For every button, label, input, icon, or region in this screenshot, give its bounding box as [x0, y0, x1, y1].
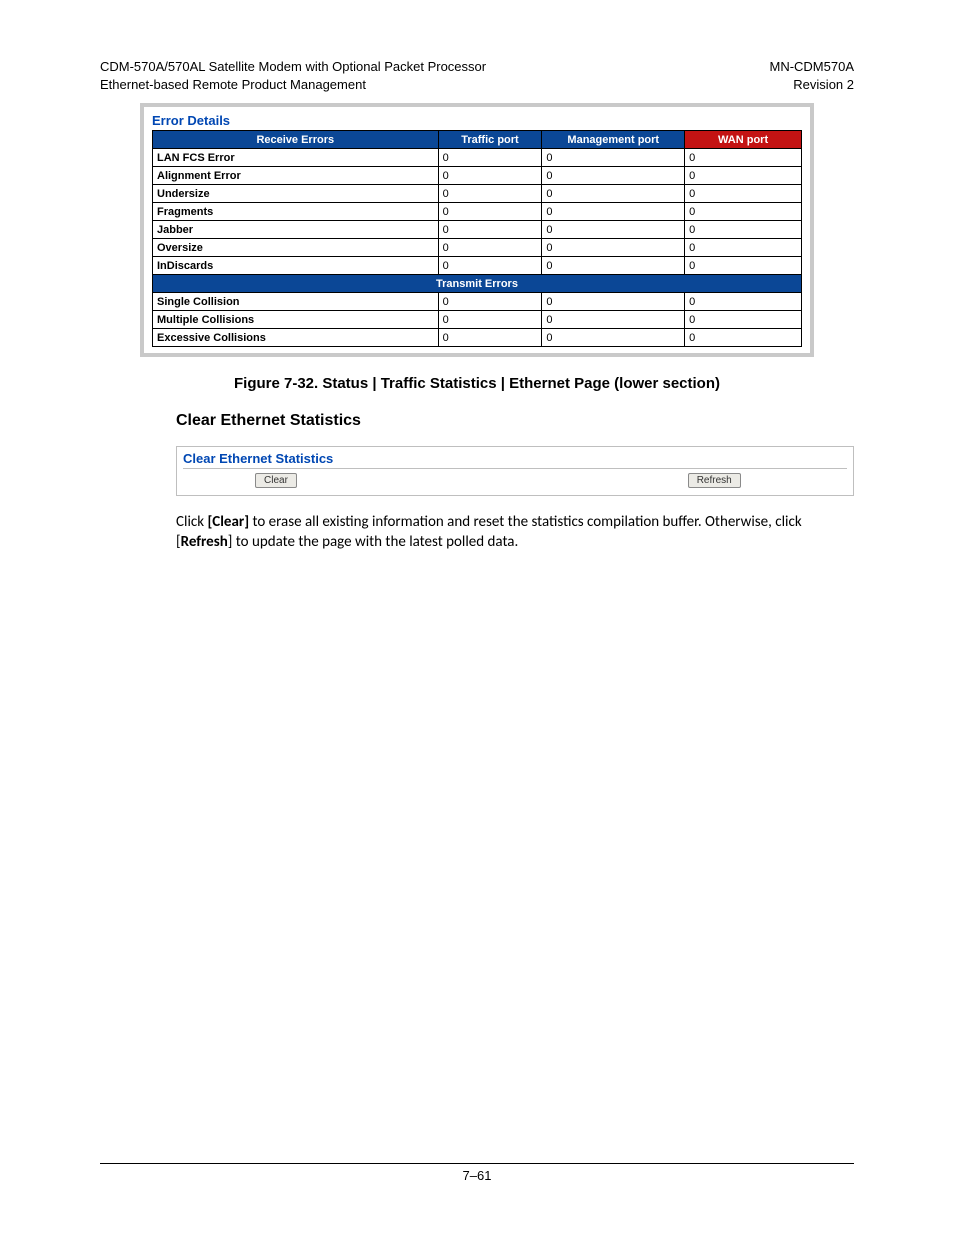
cell-value: 0	[438, 149, 542, 167]
cell-value: 0	[542, 149, 685, 167]
row-label: Multiple Collisions	[153, 311, 439, 329]
body-paragraph: Click [Clear] to erase all existing info…	[176, 512, 854, 553]
cell-value: 0	[685, 185, 802, 203]
cell-value: 0	[542, 329, 685, 347]
table-row: Excessive Collisions 0 0 0	[153, 329, 802, 347]
cell-value: 0	[542, 185, 685, 203]
error-details-panel: Error Details Receive Errors Traffic por…	[140, 103, 814, 357]
cell-value: 0	[438, 257, 542, 275]
table-row: Fragments 0 0 0	[153, 203, 802, 221]
header-left-line1: CDM-570A/570AL Satellite Modem with Opti…	[100, 58, 486, 76]
clear-ethernet-title: Clear Ethernet Statistics	[183, 451, 847, 466]
cell-value: 0	[438, 311, 542, 329]
page-number: 7–61	[463, 1168, 492, 1183]
cell-value: 0	[438, 221, 542, 239]
cell-value: 0	[542, 311, 685, 329]
row-label: Alignment Error	[153, 167, 439, 185]
table-row: Jabber 0 0 0	[153, 221, 802, 239]
row-label: Excessive Collisions	[153, 329, 439, 347]
page-footer: 7–61	[100, 1163, 854, 1183]
row-label: Fragments	[153, 203, 439, 221]
cell-value: 0	[685, 167, 802, 185]
cell-value: 0	[542, 293, 685, 311]
table-row: Single Collision 0 0 0	[153, 293, 802, 311]
cell-value: 0	[438, 239, 542, 257]
cell-value: 0	[685, 221, 802, 239]
refresh-button[interactable]: Refresh	[688, 473, 741, 488]
col-header-receive: Receive Errors	[153, 131, 439, 149]
body-text: Click	[176, 513, 207, 531]
cell-value: 0	[542, 257, 685, 275]
cell-value: 0	[438, 203, 542, 221]
header-right-line2: Revision 2	[769, 76, 854, 94]
row-label: Single Collision	[153, 293, 439, 311]
row-label: LAN FCS Error	[153, 149, 439, 167]
transmit-errors-header: Transmit Errors	[153, 275, 802, 293]
clear-ethernet-panel: Clear Ethernet Statistics Clear Refresh	[176, 446, 854, 496]
document-header: CDM-570A/570AL Satellite Modem with Opti…	[100, 58, 854, 93]
col-header-wan: WAN port	[685, 131, 802, 149]
cell-value: 0	[438, 185, 542, 203]
section-heading: Clear Ethernet Statistics	[176, 412, 854, 430]
col-header-traffic: Traffic port	[438, 131, 542, 149]
table-row: InDiscards 0 0 0	[153, 257, 802, 275]
cell-value: 0	[685, 239, 802, 257]
row-label: Undersize	[153, 185, 439, 203]
header-left-line2: Ethernet-based Remote Product Management	[100, 76, 486, 94]
table-row: Oversize 0 0 0	[153, 239, 802, 257]
cell-value: 0	[685, 311, 802, 329]
row-label: Oversize	[153, 239, 439, 257]
cell-value: 0	[685, 257, 802, 275]
error-details-table: Receive Errors Traffic port Management p…	[152, 130, 802, 347]
cell-value: 0	[438, 293, 542, 311]
cell-value: 0	[542, 239, 685, 257]
error-details-title: Error Details	[152, 113, 802, 128]
table-row: Undersize 0 0 0	[153, 185, 802, 203]
table-row: Alignment Error 0 0 0	[153, 167, 802, 185]
cell-value: 0	[542, 203, 685, 221]
table-row: LAN FCS Error 0 0 0	[153, 149, 802, 167]
row-label: Jabber	[153, 221, 439, 239]
cell-value: 0	[542, 167, 685, 185]
transmit-errors-header-row: Transmit Errors	[153, 275, 802, 293]
cell-value: 0	[438, 167, 542, 185]
clear-button[interactable]: Clear	[255, 473, 297, 488]
cell-value: 0	[542, 221, 685, 239]
header-right-line1: MN-CDM570A	[769, 58, 854, 76]
figure-caption: Figure 7-32. Status | Traffic Statistics…	[100, 375, 854, 392]
cell-value: 0	[685, 149, 802, 167]
table-row: Multiple Collisions 0 0 0	[153, 311, 802, 329]
body-bold-clear: [Clear]	[207, 513, 249, 531]
cell-value: 0	[438, 329, 542, 347]
body-text: ] to update the page with the latest pol…	[228, 533, 519, 551]
cell-value: 0	[685, 293, 802, 311]
col-header-mgmt: Management port	[542, 131, 685, 149]
body-bold-refresh: Refresh	[181, 533, 228, 551]
cell-value: 0	[685, 329, 802, 347]
cell-value: 0	[685, 203, 802, 221]
row-label: InDiscards	[153, 257, 439, 275]
